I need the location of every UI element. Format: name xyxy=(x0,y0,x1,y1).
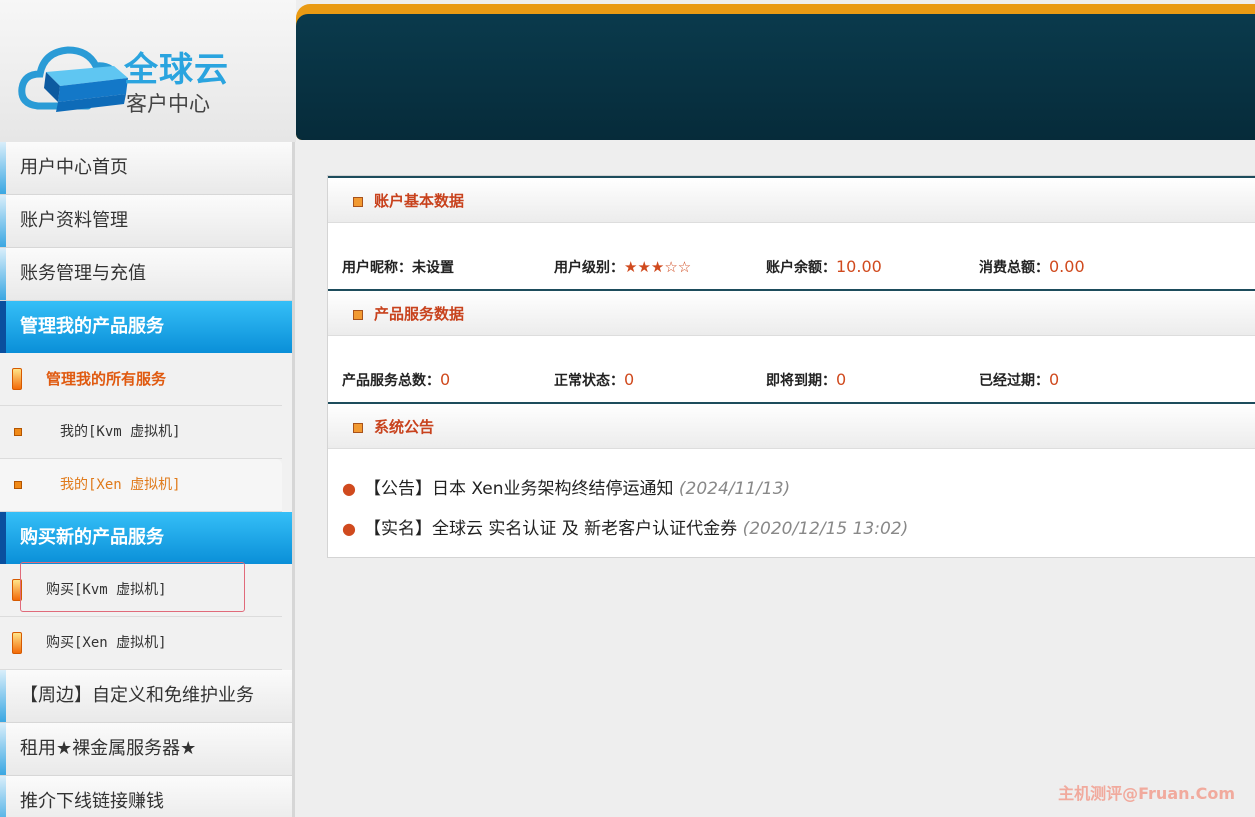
bullet-icon: ● xyxy=(342,479,356,498)
expiring-label: 即将到期： xyxy=(766,373,836,389)
sidebar-item-label: 管理我的所有服务 xyxy=(46,370,167,388)
sidebar-item-label: 用户中心首页 xyxy=(20,157,128,178)
sidebar-section-label: 管理我的产品服务 xyxy=(20,316,164,337)
products-data-row: 产品服务总数：0 正常状态：0 即将到期：0 已经过期：0 xyxy=(328,353,1255,403)
spent-label: 消费总额： xyxy=(979,260,1049,276)
nickname-value: 未设置 xyxy=(412,260,454,276)
normal-cell: 正常状态：0 xyxy=(554,370,634,390)
notice-date: (2024/11/13) xyxy=(678,479,791,499)
total-value: 0 xyxy=(440,370,451,389)
balance-value: 10.00 xyxy=(836,257,882,276)
nickname-cell: 用户昵称：未设置 xyxy=(342,257,454,277)
sidebar-section-label: 购买新的产品服务 xyxy=(20,527,164,548)
bullet-icon: ● xyxy=(342,519,356,538)
sidebar-item-label: 账务管理与充值 xyxy=(20,263,146,284)
sidebar: 用户中心首页 账户资料管理 账务管理与充值 管理我的产品服务 管理我的所有服务 … xyxy=(0,142,295,817)
sidebar-item-label: 账户资料管理 xyxy=(20,210,128,231)
sidebar-item-label: 我的[Xen 虚拟机] xyxy=(60,477,181,493)
products-section-header: 产品服务数据 xyxy=(328,289,1255,336)
logo-area: 全球云 客户中心 xyxy=(0,0,296,142)
logo-title: 全球云 xyxy=(124,50,229,90)
level-stars: ★★★☆☆ xyxy=(624,258,692,276)
spent-cell: 消费总额：0.00 xyxy=(979,257,1085,277)
sidebar-item-label: 我的[Kvm 虚拟机] xyxy=(60,424,181,440)
account-section-title: 账户基本数据 xyxy=(374,192,465,210)
notice-item[interactable]: ● 【实名】全球云 实名认证 及 新老客户认证代金券 (2020/12/15 13… xyxy=(342,514,908,539)
orange-square-icon xyxy=(353,197,363,207)
balance-cell: 账户余额：10.00 xyxy=(766,257,882,277)
sidebar-item-buy-xen[interactable]: 购买[Xen 虚拟机] xyxy=(0,617,282,670)
orange-square-icon xyxy=(353,423,363,433)
orange-bar-icon xyxy=(12,632,22,654)
orange-square-icon xyxy=(353,310,363,320)
spent-value: 0.00 xyxy=(1049,257,1085,276)
notice-text[interactable]: 【公告】日本 Xen业务架构终结停运通知 xyxy=(364,479,674,499)
notice-item[interactable]: ● 【公告】日本 Xen业务架构终结停运通知 (2024/11/13) xyxy=(342,474,790,499)
normal-value: 0 xyxy=(624,370,635,389)
orange-bar-icon xyxy=(12,368,22,390)
sidebar-item-label: 租用★裸金属服务器★ xyxy=(20,738,197,759)
notices-section-header: 系统公告 xyxy=(328,402,1255,449)
highlight-box xyxy=(20,562,245,612)
expired-label: 已经过期： xyxy=(979,373,1049,389)
account-data-row: 用户昵称：未设置 用户级别：★★★☆☆ 账户余额：10.00 消费总额：0.00 xyxy=(328,240,1255,290)
sidebar-item-label: 推介下线链接赚钱 xyxy=(20,791,164,812)
sidebar-section-buy[interactable]: 购买新的产品服务 xyxy=(0,512,292,564)
sidebar-item-my-xen[interactable]: 我的[Xen 虚拟机] xyxy=(0,459,282,512)
expired-value: 0 xyxy=(1049,370,1060,389)
main-panel: 账户基本数据 用户昵称：未设置 用户级别：★★★☆☆ 账户余额：10.00 消费… xyxy=(327,175,1255,558)
expiring-cell: 即将到期：0 xyxy=(766,370,846,390)
header-banner xyxy=(296,4,1255,140)
expired-cell: 已经过期：0 xyxy=(979,370,1059,390)
sidebar-item-bare-metal[interactable]: 租用★裸金属服务器★ xyxy=(0,723,292,776)
notice-date: (2020/12/15 13:02) xyxy=(742,519,909,539)
level-label: 用户级别： xyxy=(554,260,624,276)
watermark: 主机测评@Fruan.Com xyxy=(1058,784,1235,803)
logo-subtitle: 客户中心 xyxy=(126,92,210,116)
sidebar-item-home[interactable]: 用户中心首页 xyxy=(0,142,292,195)
expiring-value: 0 xyxy=(836,370,847,389)
total-cell: 产品服务总数：0 xyxy=(342,370,450,390)
balance-label: 账户余额： xyxy=(766,260,836,276)
products-section-title: 产品服务数据 xyxy=(374,305,465,323)
sidebar-item-label: 【周边】自定义和免维护业务 xyxy=(20,685,254,706)
nickname-label: 用户昵称： xyxy=(342,260,412,276)
cloud-logo-icon xyxy=(18,46,128,112)
normal-label: 正常状态： xyxy=(554,373,624,389)
notice-text[interactable]: 【实名】全球云 实名认证 及 新老客户认证代金券 xyxy=(364,519,737,539)
sidebar-item-my-kvm[interactable]: 我的[Kvm 虚拟机] xyxy=(0,406,282,459)
header-banner-inner xyxy=(296,14,1255,140)
orange-square-icon xyxy=(14,428,22,436)
sidebar-item-all-services[interactable]: 管理我的所有服务 xyxy=(0,353,282,406)
orange-square-icon xyxy=(14,481,22,489)
total-label: 产品服务总数： xyxy=(342,373,440,389)
notices-section-title: 系统公告 xyxy=(374,418,435,436)
sidebar-item-profile[interactable]: 账户资料管理 xyxy=(0,195,292,248)
sidebar-item-referral[interactable]: 推介下线链接赚钱 xyxy=(0,776,292,817)
sidebar-section-manage[interactable]: 管理我的产品服务 xyxy=(0,301,292,353)
account-section-header: 账户基本数据 xyxy=(328,176,1255,223)
sidebar-item-billing[interactable]: 账务管理与充值 xyxy=(0,248,292,301)
sidebar-item-label: 购买[Xen 虚拟机] xyxy=(46,635,167,651)
sidebar-item-custom[interactable]: 【周边】自定义和免维护业务 xyxy=(0,670,292,723)
level-cell: 用户级别：★★★☆☆ xyxy=(554,257,691,277)
